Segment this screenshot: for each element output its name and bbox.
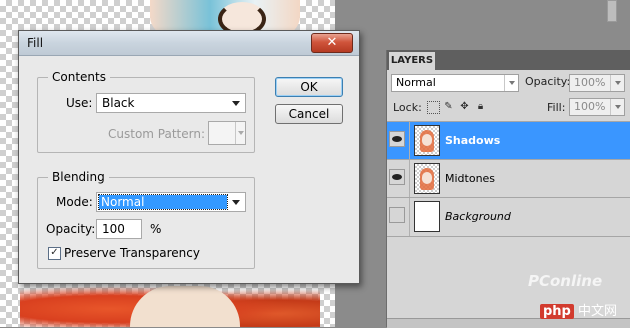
select-divider (610, 99, 611, 115)
preserve-transparency-checkbox[interactable]: ✓ (48, 247, 61, 260)
use-select[interactable]: Black (96, 93, 246, 113)
mode-select[interactable]: Normal (96, 192, 246, 212)
layer-fill-value: 100% (574, 100, 606, 113)
watermark-site-text: 中文网 (578, 304, 618, 319)
artwork-face-detail (130, 286, 240, 327)
layer-name[interactable]: Background (445, 210, 511, 223)
chevron-down-icon (232, 200, 240, 205)
visibility-toggle[interactable] (389, 207, 405, 223)
thumbnail-face (422, 134, 432, 146)
mode-select-value: Normal (98, 194, 228, 210)
watermark-site: php 中文网 (540, 300, 617, 319)
fill-label: Fill: (547, 101, 566, 114)
layer-name[interactable]: Shadows (445, 134, 500, 147)
dialog-titlebar[interactable]: Fill ✕ (19, 31, 359, 56)
thumbnail-face (422, 172, 432, 184)
row-divider (409, 122, 410, 159)
opacity-input[interactable]: 100 (96, 219, 142, 239)
watermark-badge: php (540, 304, 574, 319)
watermark-brand: PConline (528, 272, 603, 290)
lock-icon[interactable]: 🔒︎ (475, 101, 486, 112)
layer-row-midtones[interactable]: Midtones (387, 159, 630, 197)
chevron-down-icon (232, 101, 240, 106)
visibility-toggle[interactable] (389, 131, 405, 147)
lock-transparent-icon[interactable] (427, 101, 440, 114)
layer-thumbnail (414, 201, 440, 232)
mode-label: Mode: (56, 195, 93, 209)
eye-icon (392, 136, 402, 142)
row-divider (409, 160, 410, 197)
preserve-transparency-label[interactable]: Preserve Transparency (64, 246, 200, 260)
fill-dialog: Fill ✕ Contents Use: Black Custom Patter… (18, 30, 360, 284)
lock-label: Lock: (393, 101, 422, 114)
custom-pattern-picker (208, 121, 246, 145)
opacity-unit: % (150, 222, 162, 236)
layer-fill-input[interactable]: 100% (569, 98, 625, 116)
blending-legend: Blending (48, 170, 109, 184)
tab-layers[interactable]: LAYERS (389, 52, 435, 70)
custom-pattern-label: Custom Pattern: (108, 127, 206, 141)
visibility-toggle[interactable] (389, 169, 405, 185)
chevron-down-icon (615, 81, 621, 85)
contents-legend: Contents (48, 70, 110, 84)
opacity-label: Opacity: (46, 222, 96, 236)
select-divider (610, 75, 611, 91)
opacity-label: Opacity: (525, 75, 571, 88)
layer-thumbnail (414, 125, 440, 156)
contents-group: Contents Use: Black Custom Pattern: (37, 70, 255, 153)
canvas-artwork-bottom (20, 282, 320, 327)
layer-thumbnail (414, 163, 440, 194)
select-divider (504, 75, 505, 91)
layer-opacity-input[interactable]: 100% (569, 74, 625, 92)
eye-icon (392, 174, 402, 180)
blend-mode-value: Normal (396, 76, 436, 89)
layer-row-shadows[interactable]: Shadows (387, 121, 630, 159)
layer-opacity-value: 100% (574, 76, 606, 89)
dialog-title: Fill (27, 36, 44, 50)
panel-scroll-strip[interactable] (607, 0, 617, 22)
chevron-down-icon (509, 81, 515, 85)
cancel-button[interactable]: Cancel (275, 104, 343, 124)
layer-row-background[interactable]: Background (387, 197, 630, 236)
close-button[interactable]: ✕ (311, 33, 353, 53)
brush-icon[interactable]: ✎ (443, 101, 454, 112)
layer-name[interactable]: Midtones (445, 172, 495, 185)
use-select-value: Black (102, 96, 135, 110)
panel-tabbar: LAYERS (387, 50, 630, 70)
ok-button[interactable]: OK (275, 77, 343, 97)
chevron-down-icon (615, 105, 621, 109)
move-icon[interactable]: ✥ (459, 101, 470, 112)
blend-mode-select[interactable]: Normal (391, 74, 519, 92)
use-label: Use: (66, 96, 93, 110)
pattern-picker-divider (235, 122, 236, 144)
row-divider (409, 198, 410, 236)
blending-group: Blending Mode: Normal Opacity: 100 % ✓ P… (37, 170, 255, 269)
chevron-down-icon (238, 131, 244, 135)
